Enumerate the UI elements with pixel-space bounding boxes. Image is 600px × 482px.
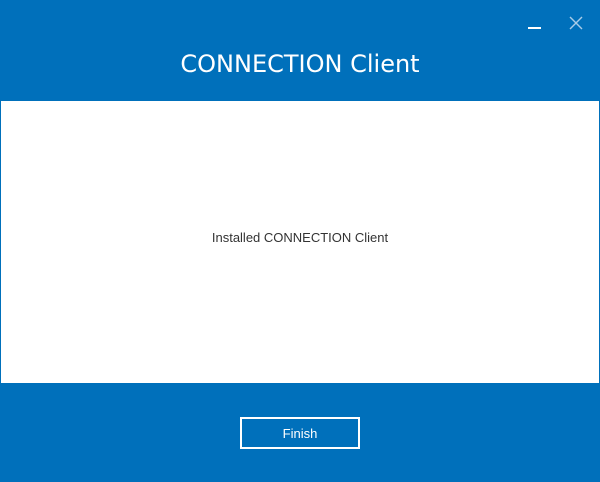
finish-button[interactable]: Finish — [240, 417, 360, 449]
close-icon — [569, 16, 583, 30]
minimize-icon — [528, 27, 541, 29]
status-message: Installed CONNECTION Client — [211, 230, 389, 245]
minimize-button[interactable] — [520, 6, 550, 36]
content-panel: Installed CONNECTION Client — [1, 101, 599, 383]
window-footer: Finish — [0, 383, 600, 482]
window-title: CONNECTION Client — [180, 50, 420, 78]
installer-window: CONNECTION Client Installed CONNECTION C… — [0, 0, 600, 482]
close-button[interactable] — [561, 6, 591, 36]
window-header: CONNECTION Client — [0, 0, 600, 101]
